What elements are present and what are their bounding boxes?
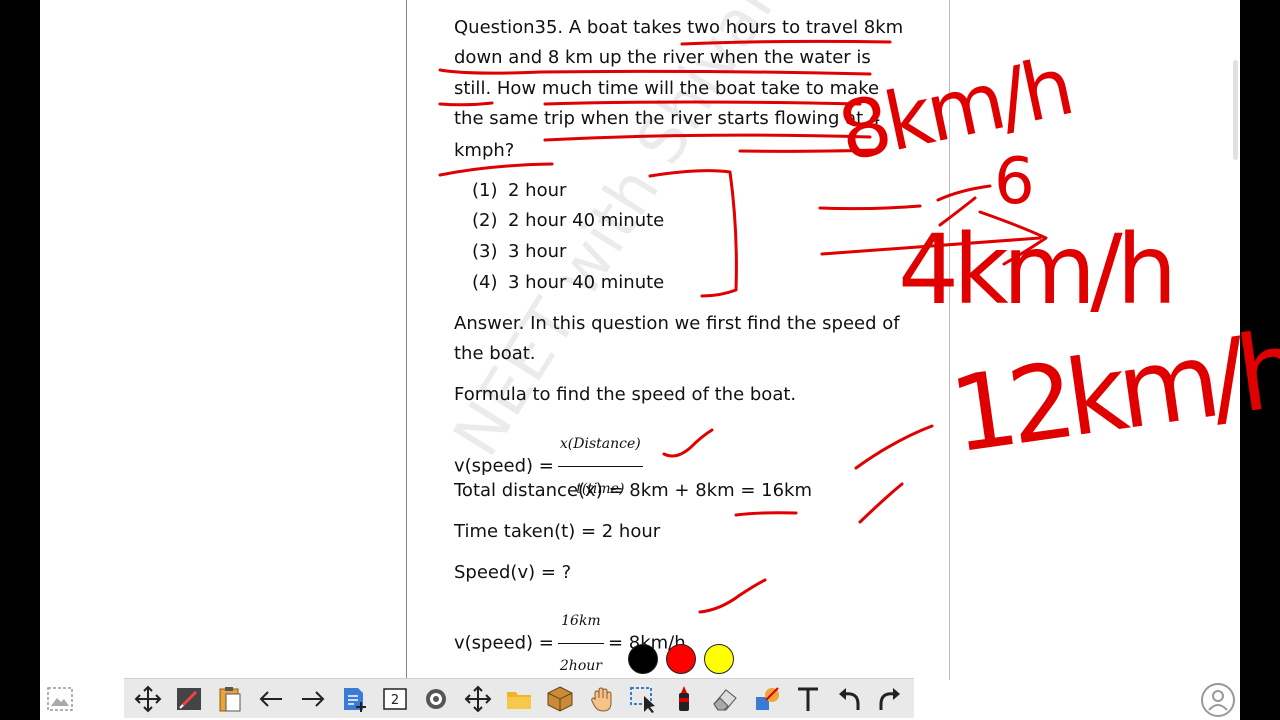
option-4: (4) 3 hour 40 minute xyxy=(472,272,665,293)
option-3: (3) 3 hour xyxy=(472,241,567,262)
page-border-left xyxy=(406,0,407,680)
forward-arrow-icon[interactable] xyxy=(295,681,330,717)
handwriting-4kmh: 4km/h xyxy=(898,214,1177,326)
option-1: (1) 2 hour xyxy=(472,180,567,201)
profile-icon[interactable] xyxy=(1200,682,1236,718)
black-color-swatch[interactable] xyxy=(628,644,658,674)
handwriting-6: 6 xyxy=(994,145,1035,219)
text-icon[interactable] xyxy=(790,681,825,717)
undo-icon[interactable] xyxy=(832,681,867,717)
time-taken: Time taken(t) = 2 hour xyxy=(454,521,661,542)
add-page-icon[interactable] xyxy=(336,681,371,717)
package-icon[interactable] xyxy=(543,681,578,717)
question-line-3: still. How much time will the boat take … xyxy=(454,78,880,99)
answer-intro-2: the boat. xyxy=(454,343,536,364)
scrollbar[interactable] xyxy=(1233,60,1238,160)
move-icon[interactable] xyxy=(130,681,165,717)
gallery-icon[interactable] xyxy=(46,686,74,712)
formula-title: Formula to find the speed of the boat. xyxy=(454,384,797,405)
pan-icon[interactable] xyxy=(460,681,495,717)
annotation-toolbar: 2 xyxy=(124,678,914,718)
pen-board-icon[interactable] xyxy=(171,681,206,717)
clipboard-icon[interactable] xyxy=(213,681,248,717)
speed-question: Speed(v) = ? xyxy=(454,562,572,583)
question-line-1: Question35. A boat takes two hours to tr… xyxy=(454,17,904,38)
yellow-color-swatch[interactable] xyxy=(704,644,734,674)
calc-fraction: 16km 2hour xyxy=(557,599,604,688)
red-color-swatch[interactable] xyxy=(666,644,696,674)
handwriting-12kmh: 12km/h xyxy=(943,307,1280,477)
question-line-2: down and 8 km up the river when the wate… xyxy=(454,47,871,68)
question-line-4: the same trip when the river starts flow… xyxy=(454,108,881,129)
eraser-icon[interactable] xyxy=(708,681,743,717)
back-arrow-icon[interactable] xyxy=(254,681,289,717)
hand-icon[interactable] xyxy=(584,681,619,717)
page-number-icon[interactable]: 2 xyxy=(378,681,413,717)
marker-icon[interactable] xyxy=(666,681,701,717)
svg-text:2: 2 xyxy=(391,693,399,708)
option-2: (2) 2 hour 40 minute xyxy=(472,210,665,231)
folder-icon[interactable] xyxy=(501,681,536,717)
select-icon[interactable] xyxy=(625,681,660,717)
question-line-5: kmph? xyxy=(454,140,515,161)
total-distance: Total distance(x) = 8km + 8km = 16km xyxy=(454,480,812,501)
color-palette xyxy=(628,644,734,674)
redo-icon[interactable] xyxy=(873,681,908,717)
shapes-icon[interactable] xyxy=(749,681,784,717)
left-black-bar xyxy=(0,0,40,720)
settings-icon[interactable] xyxy=(419,681,454,717)
answer-intro-1: Answer. In this question we first find t… xyxy=(454,313,900,334)
